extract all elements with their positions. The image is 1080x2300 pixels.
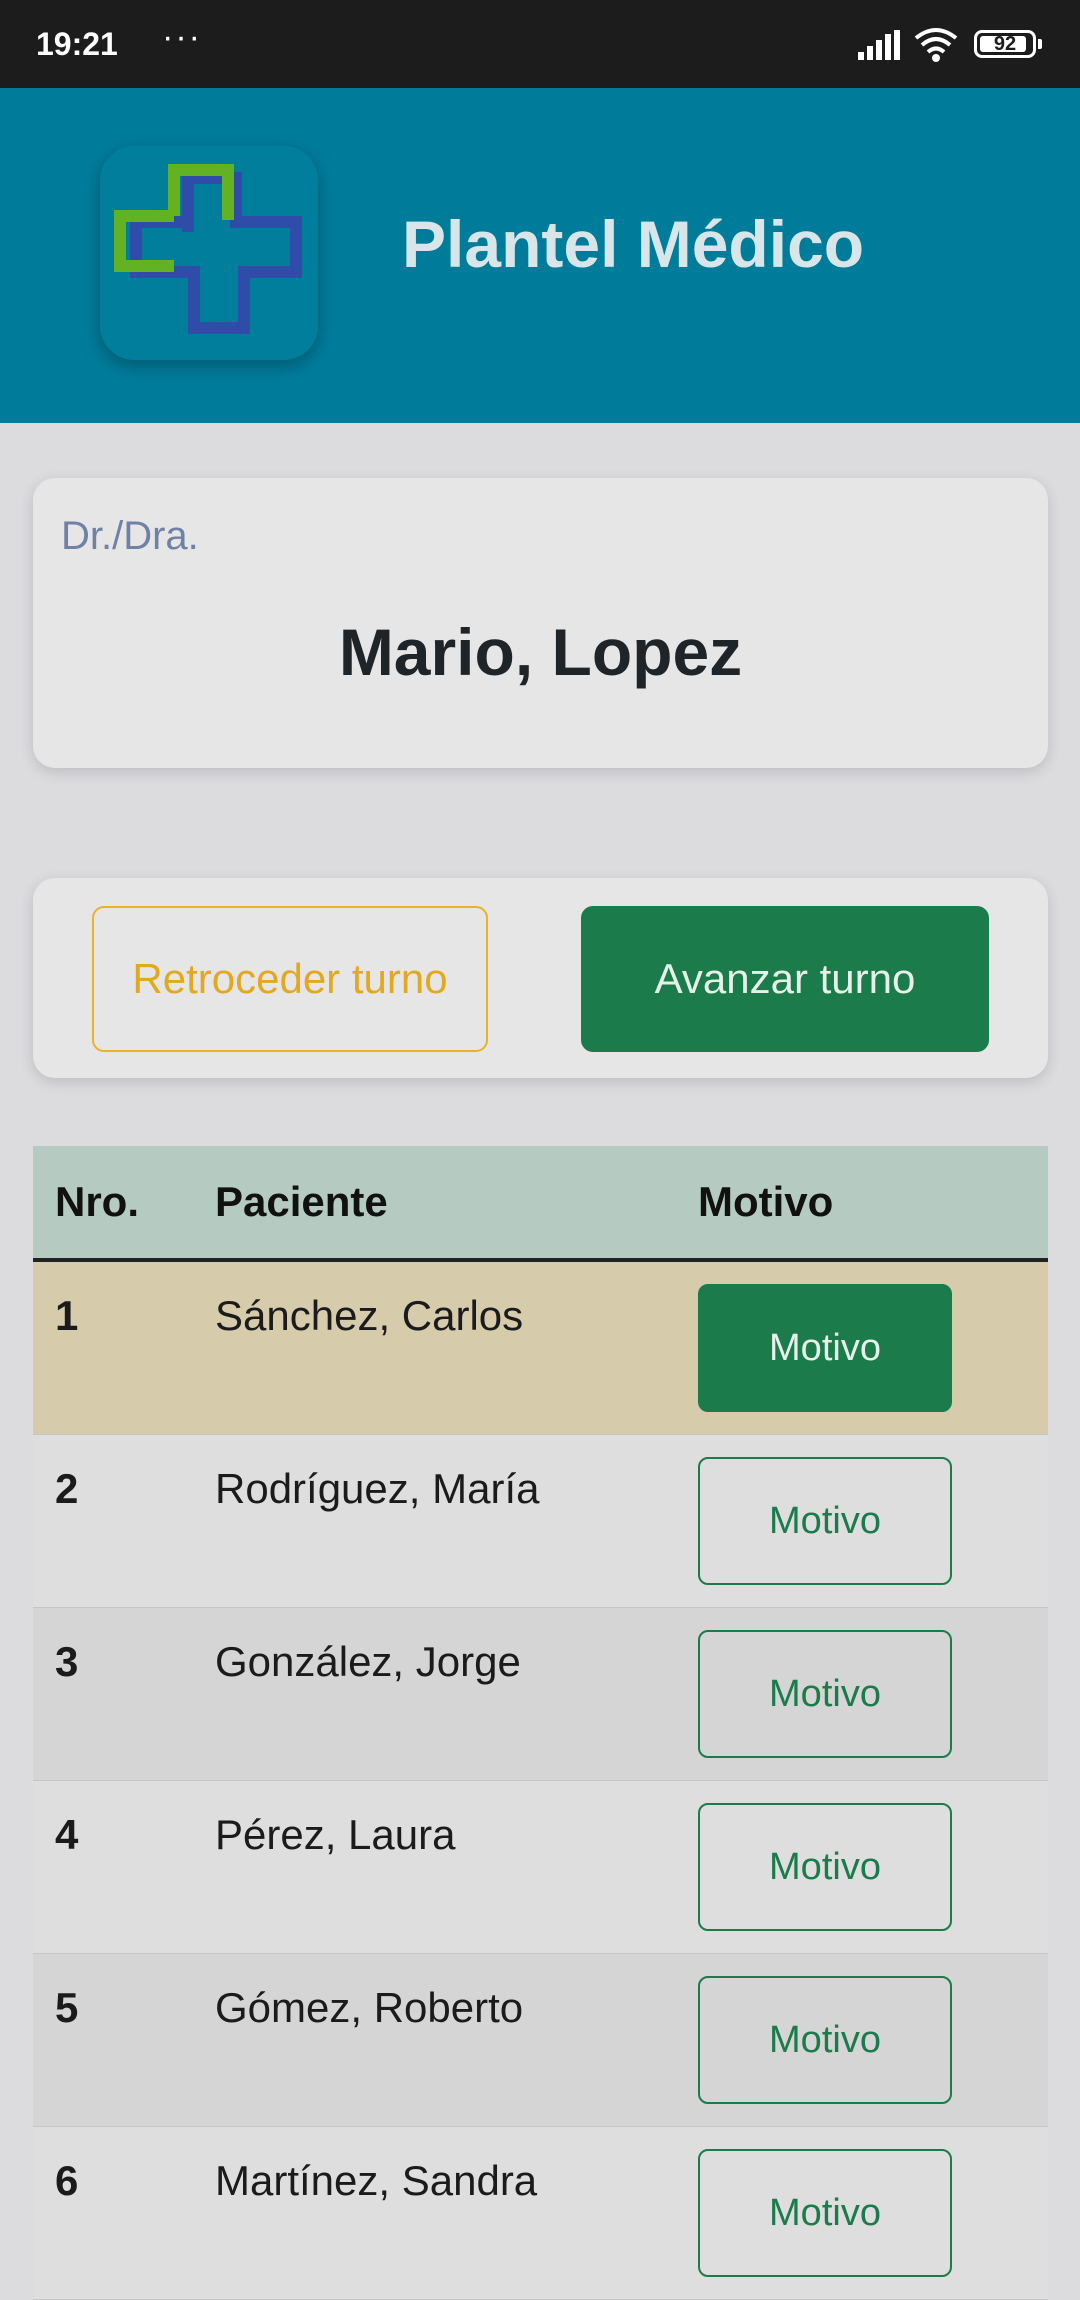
- status-bar: 19:21 ··· 92: [0, 0, 1080, 88]
- table-row: 5 Gómez, Roberto Motivo: [33, 1954, 1048, 2127]
- column-header-reason: Motivo: [698, 1178, 834, 1225]
- row-number: 6: [55, 2157, 79, 2204]
- reason-button[interactable]: Motivo: [698, 1284, 952, 1412]
- row-number: 4: [55, 1811, 79, 1858]
- row-number: 5: [55, 1984, 79, 2031]
- reason-button[interactable]: Motivo: [698, 1457, 952, 1585]
- doctor-name: Mario, Lopez: [338, 615, 743, 689]
- doctor-prefix: Dr./Dra.: [61, 514, 199, 558]
- table-header: Nro. Paciente Motivo: [33, 1146, 1048, 1262]
- row-number: 2: [55, 1465, 79, 1512]
- patient-name: Pérez, Laura: [215, 1811, 456, 1858]
- table-row: 6 Martínez, Sandra Motivo: [33, 2127, 1048, 2300]
- notification-dots: ···: [162, 18, 202, 56]
- app-header: Plantel Médico: [0, 88, 1080, 423]
- doctor-card: Dr./Dra. Mario, Lopez: [33, 478, 1048, 768]
- signal-icon: [858, 30, 900, 60]
- column-header-number: Nro.: [55, 1178, 139, 1225]
- reason-button[interactable]: Motivo: [698, 1803, 952, 1931]
- table-row: 4 Pérez, Laura Motivo: [33, 1781, 1048, 1954]
- patient-name: Gómez, Roberto: [215, 1984, 524, 2031]
- reason-button[interactable]: Motivo: [698, 1976, 952, 2104]
- status-time: 19:21: [36, 26, 118, 62]
- battery-tip: [1038, 39, 1042, 49]
- wifi-icon: [914, 28, 958, 62]
- turn-controls: Retroceder turno Avanzar turno: [33, 878, 1048, 1078]
- patient-name: Martínez, Sandra: [215, 2157, 538, 2204]
- previous-turn-button[interactable]: Retroceder turno: [92, 906, 488, 1052]
- row-number: 1: [55, 1292, 79, 1339]
- medical-cross-icon: [114, 164, 302, 334]
- column-header-patient: Paciente: [215, 1178, 388, 1225]
- reason-button[interactable]: Motivo: [698, 1630, 952, 1758]
- patient-name: Rodríguez, María: [215, 1465, 540, 1512]
- app-title: Plantel Médico: [402, 207, 865, 281]
- battery-level: 92: [993, 33, 1017, 55]
- table-row: 2 Rodríguez, María Motivo: [33, 1435, 1048, 1608]
- app-logo: [100, 146, 318, 360]
- table-row: 3 González, Jorge Motivo: [33, 1608, 1048, 1781]
- battery-icon: 92: [974, 30, 1036, 58]
- row-number: 3: [55, 1638, 79, 1685]
- patient-name: González, Jorge: [215, 1638, 521, 1685]
- table-row: 1 Sánchez, Carlos Motivo: [33, 1262, 1048, 1435]
- reason-button[interactable]: Motivo: [698, 2149, 952, 2277]
- patient-name: Sánchez, Carlos: [215, 1292, 524, 1339]
- next-turn-button[interactable]: Avanzar turno: [581, 906, 989, 1052]
